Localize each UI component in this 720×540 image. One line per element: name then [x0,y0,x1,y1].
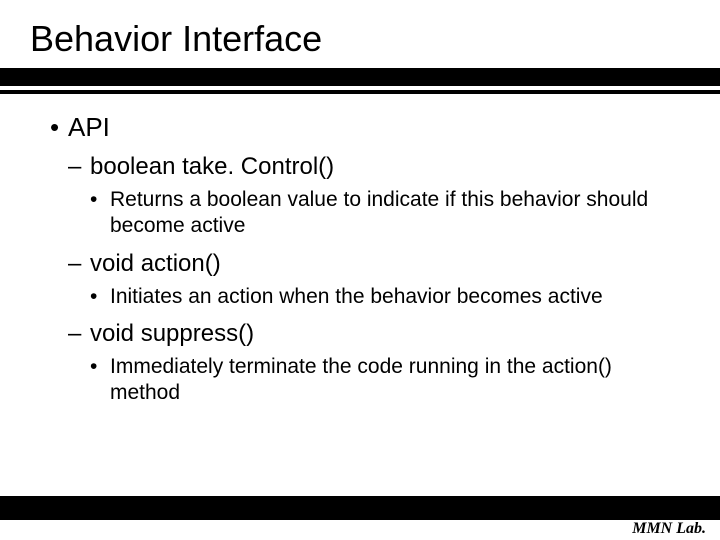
title-underline-thick [0,68,720,86]
bullet-list-lvl2: boolean take. Control() Returns a boolea… [68,153,670,406]
bullet-list-lvl3: Initiates an action when the behavior be… [90,284,670,310]
method-suppress-desc: Immediately terminate the code running i… [90,354,670,407]
bullet-list-lvl3: Immediately terminate the code running i… [90,354,670,407]
method-action: void action() Initiates an action when t… [68,250,670,310]
method-takecontrol-desc: Returns a boolean value to indicate if t… [90,187,670,240]
slide: Behavior Interface API boolean take. Con… [0,0,720,540]
footer-label: MMN Lab. [632,520,706,538]
method-action-sig: void action() [90,250,221,277]
method-action-desc: Initiates an action when the behavior be… [90,284,670,310]
method-takecontrol-sig: boolean take. Control() [90,153,334,180]
slide-title: Behavior Interface [0,0,720,68]
bullet-list-lvl3: Returns a boolean value to indicate if t… [90,187,670,240]
content-area: API boolean take. Control() Returns a bo… [0,94,720,406]
bullet-api-label: API [68,112,110,142]
footer-bar [0,496,720,520]
bullet-api: API boolean take. Control() Returns a bo… [50,112,670,406]
method-suppress: void suppress() Immediately terminate th… [68,320,670,407]
method-suppress-sig: void suppress() [90,320,254,347]
bullet-list-lvl1: API boolean take. Control() Returns a bo… [50,112,670,406]
method-takecontrol: boolean take. Control() Returns a boolea… [68,153,670,240]
